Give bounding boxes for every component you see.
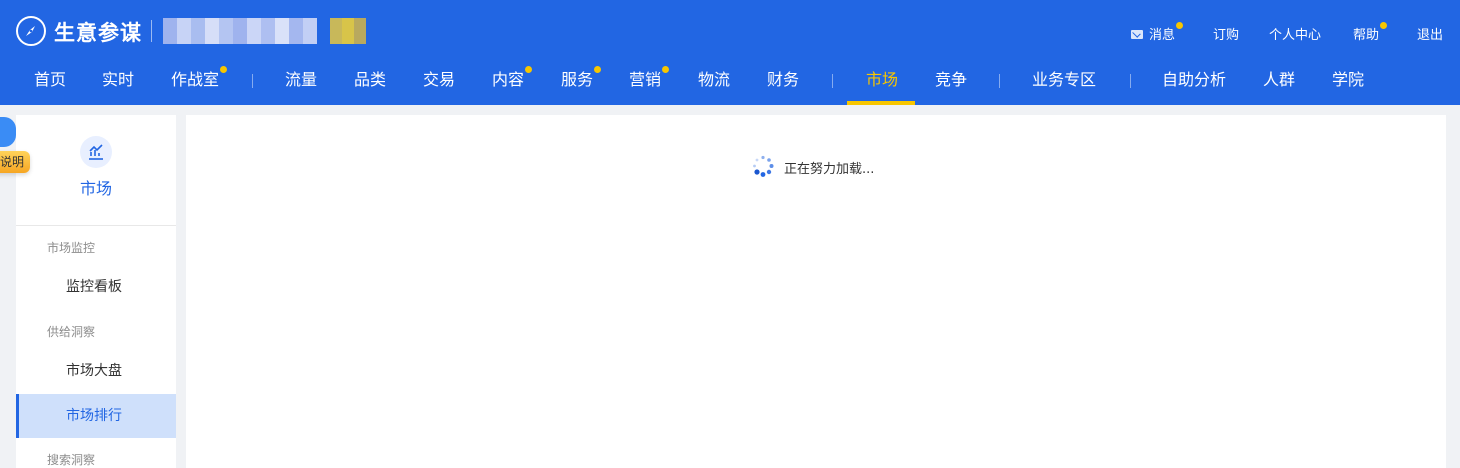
personal-center-link[interactable]: 个人中心: [1269, 27, 1321, 45]
nav-item-business-zone[interactable]: 业务专区: [1032, 69, 1096, 91]
nav-item-marketing[interactable]: 营销: [629, 66, 670, 91]
nav-item-war-room[interactable]: 作战室: [171, 66, 228, 91]
market-chart-icon: [80, 136, 112, 168]
nav-item-category[interactable]: 品类: [354, 69, 386, 91]
sidebar: 市场 市场监控 监控看板 供给洞察 市场大盘 市场排行 搜索洞察: [16, 115, 176, 468]
nav-item-traffic[interactable]: 流量: [285, 69, 317, 91]
messages-link[interactable]: 消息: [1149, 22, 1184, 45]
shop-name-redacted: [163, 18, 317, 44]
nav-item-market[interactable]: 市场: [866, 69, 898, 91]
sidebar-item-market-ranking[interactable]: 市场排行: [16, 394, 176, 438]
sidebar-group-label: 市场监控: [47, 241, 96, 255]
help-link[interactable]: 帮助: [1353, 22, 1388, 45]
nav-item-service[interactable]: 服务: [561, 66, 602, 91]
sidebar-group-label: 搜索洞察: [47, 453, 96, 467]
main-nav: 首页 实时 作战室 流量 品类 交易 内容 服务 营销 物流 财务 市场 竞争 …: [0, 62, 1460, 105]
help-badge: [1380, 22, 1388, 29]
nav-item-finance[interactable]: 财务: [767, 69, 799, 91]
nav-divider: [1130, 74, 1131, 88]
sidebar-group-label: 供给洞察: [47, 325, 96, 339]
nav-badge: [662, 66, 670, 73]
nav-divider: [832, 74, 833, 88]
compass-logo-icon[interactable]: [16, 16, 46, 46]
nav-item-crowd[interactable]: 人群: [1263, 69, 1295, 91]
nav-item-competition[interactable]: 竞争: [935, 69, 967, 91]
assistant-mascot-icon[interactable]: [0, 117, 16, 147]
nav-badge: [220, 66, 228, 73]
nav-active-indicator: [847, 101, 915, 105]
mail-icon[interactable]: [1131, 30, 1143, 39]
help-tag[interactable]: 说明: [0, 151, 30, 173]
nav-item-logistics[interactable]: 物流: [698, 69, 730, 91]
shop-badge-redacted: [330, 18, 366, 44]
brand-title[interactable]: 生意参谋: [54, 17, 142, 47]
nav-divider: [999, 74, 1000, 88]
nav-item-self-analysis[interactable]: 自助分析: [1162, 69, 1226, 91]
nav-item-content[interactable]: 内容: [492, 66, 533, 91]
loading-text: 正在努力加载...: [784, 162, 875, 177]
sidebar-item-market-overview[interactable]: 市场大盘: [16, 349, 176, 393]
nav-divider: [252, 74, 253, 88]
sidebar-divider: [16, 225, 176, 226]
loading-spinner-icon: [753, 155, 774, 177]
logout-link[interactable]: 退出: [1417, 27, 1443, 45]
brand-divider: [151, 20, 152, 42]
nav-item-trade[interactable]: 交易: [423, 69, 455, 91]
top-header: 生意参谋 消息 订购 个人中心 帮助 退出 首页 实时 作战室 流量 品类 交易…: [0, 0, 1460, 105]
nav-item-home[interactable]: 首页: [34, 69, 66, 91]
sidebar-title: 市场: [79, 179, 112, 198]
nav-badge: [525, 66, 533, 73]
messages-badge: [1176, 22, 1184, 29]
subscribe-link[interactable]: 订购: [1213, 27, 1239, 45]
sidebar-item-monitor-board[interactable]: 监控看板: [16, 265, 176, 309]
nav-item-realtime[interactable]: 实时: [102, 69, 134, 91]
nav-item-academy[interactable]: 学院: [1332, 69, 1364, 91]
nav-badge: [594, 66, 602, 73]
